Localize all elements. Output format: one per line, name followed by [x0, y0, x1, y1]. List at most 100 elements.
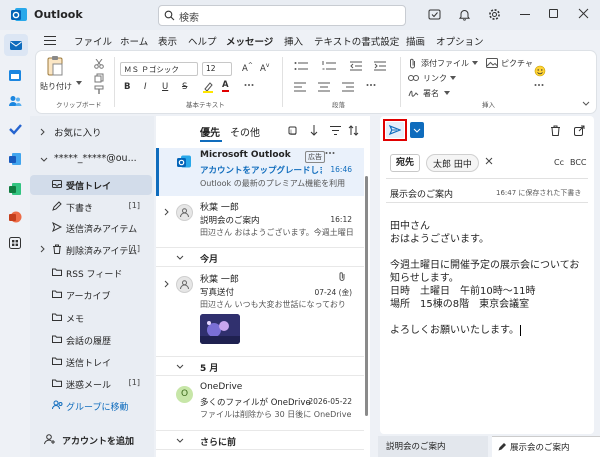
more-apps-icon[interactable]	[8, 236, 22, 250]
tab-home[interactable]: ホーム	[120, 34, 148, 48]
select-icon[interactable]	[288, 126, 298, 136]
link-label[interactable]: リンク	[423, 73, 447, 84]
tab-text-format[interactable]: テキストの書式設定	[314, 34, 399, 48]
swap-sort-icon[interactable]	[348, 125, 359, 136]
minimize-icon[interactable]	[520, 14, 530, 15]
emoji-icon[interactable]	[534, 65, 546, 77]
powerpoint-app-icon[interactable]	[8, 210, 22, 224]
calendar-app-icon[interactable]	[8, 68, 22, 82]
people-app-icon[interactable]	[8, 94, 22, 108]
attach-chevron-icon[interactable]	[472, 61, 478, 65]
hamburger-icon[interactable]	[44, 36, 56, 45]
photo-thumbnail[interactable]	[200, 314, 240, 344]
folder-item-drafts[interactable]: 下書き [1]	[30, 197, 152, 217]
send-options-button[interactable]	[410, 122, 424, 138]
chevron-right-icon[interactable]	[164, 208, 170, 216]
group-link[interactable]: グループに移動	[30, 396, 152, 416]
todo-icon[interactable]	[428, 8, 441, 21]
chevron-right-icon[interactable]	[164, 280, 170, 288]
subject-field[interactable]: 展示会のご案内	[390, 187, 453, 200]
italic-button[interactable]: I	[144, 82, 147, 92]
grow-font-icon[interactable]: A^	[242, 62, 253, 74]
chevron-right-icon[interactable]	[40, 128, 46, 136]
cc-button[interactable]: Cc	[554, 158, 564, 167]
message-row[interactable]: 秋葉 一郎 写真送付 07-24 (金) 田辺さん いつも大変お世話になっており	[156, 270, 364, 350]
paste-icon[interactable]	[46, 55, 64, 77]
cut-icon[interactable]	[94, 59, 104, 69]
align-left-icon[interactable]	[294, 82, 306, 92]
folder-item-rss[interactable]: RSS フィード	[30, 263, 152, 283]
tab-help[interactable]: ヘルプ	[188, 34, 217, 48]
account-name[interactable]: *****_*****@ou...	[54, 153, 137, 164]
chevron-down-icon[interactable]	[40, 157, 48, 163]
folder-item-notes[interactable]: メモ	[30, 308, 152, 328]
increase-indent-icon[interactable]	[374, 61, 386, 71]
picture-label[interactable]: ピクチャ	[501, 58, 533, 69]
tab-insert[interactable]: 挿入	[284, 34, 303, 48]
folder-item-history[interactable]: 会話の履歴	[30, 330, 152, 350]
filter-icon[interactable]	[330, 126, 341, 135]
draft-tab[interactable]: 説明会のご案内	[378, 436, 488, 457]
to-button[interactable]: 宛先	[390, 154, 420, 172]
close-icon[interactable]	[578, 8, 589, 19]
recipient-chip[interactable]: 太郎 田中	[426, 154, 493, 172]
copy-icon[interactable]	[94, 73, 104, 83]
align-center-icon[interactable]	[318, 82, 330, 92]
attach-label[interactable]: 添付ファイル	[421, 58, 469, 69]
more-paragraph-icon[interactable]	[366, 83, 376, 87]
search-box[interactable]: 検索	[158, 5, 406, 26]
gear-icon[interactable]	[488, 8, 501, 21]
folder-item-deleted[interactable]: 削除済みアイテム [1]	[30, 240, 152, 260]
discard-icon[interactable]	[550, 125, 561, 136]
signature-icon[interactable]	[408, 89, 419, 98]
font-name-select[interactable]: ＭＳ Ｐゴシック	[120, 62, 198, 76]
tab-message[interactable]: メッセージ	[226, 34, 274, 52]
section-header-may[interactable]: 5 月	[156, 356, 364, 376]
todo-app-icon[interactable]	[8, 122, 22, 136]
strikethrough-button[interactable]: S	[182, 82, 187, 92]
font-color-button[interactable]: A	[222, 81, 229, 92]
folder-item-archive[interactable]: アーカイブ	[30, 285, 152, 305]
more-icon[interactable]	[325, 151, 335, 155]
signature-chevron-icon[interactable]	[444, 91, 450, 95]
numbering-icon[interactable]	[322, 61, 336, 71]
signature-label[interactable]: 署名	[423, 88, 439, 99]
shrink-font-icon[interactable]: Av	[260, 62, 269, 74]
ribbon-collapse-icon[interactable]	[582, 101, 590, 106]
link-chevron-icon[interactable]	[450, 76, 456, 80]
tab-focused[interactable]: 優先	[200, 124, 220, 139]
folder-item-inbox[interactable]: 受信トレイ	[30, 175, 152, 195]
message-body[interactable]: 田中さん おはようございます。 今週土曜日に開催予定の展示会についてお知らせしま…	[390, 220, 588, 337]
underline-button[interactable]: U	[162, 82, 168, 92]
send-button[interactable]	[386, 122, 404, 138]
draft-tab-active[interactable]: 展示会のご案内	[492, 436, 600, 457]
bcc-button[interactable]: BCC	[570, 158, 587, 167]
message-row[interactable]: O OneDrive 多くのファイルが OneDrive... 2026-05-…	[156, 378, 364, 426]
align-right-icon[interactable]	[342, 82, 354, 92]
paste-chevron-icon[interactable]	[76, 81, 82, 85]
tab-draw[interactable]: 描画	[406, 34, 425, 48]
folder-item-outbox[interactable]: 送信トレイ	[30, 352, 152, 372]
folder-item-sent[interactable]: 送信済みアイテム	[30, 218, 152, 238]
section-header-this-month[interactable]: 今月	[156, 247, 364, 267]
tab-file[interactable]: ファイル	[74, 34, 112, 48]
folder-item-junk[interactable]: 迷惑メール [1]	[30, 374, 152, 394]
highlight-icon[interactable]	[202, 81, 214, 93]
remove-recipient-icon[interactable]	[485, 157, 493, 165]
add-account-button[interactable]: アカウントを追加	[30, 430, 152, 450]
bell-icon[interactable]	[458, 8, 471, 21]
picture-icon[interactable]	[486, 58, 498, 68]
more-icon[interactable]	[244, 83, 254, 87]
pop-out-icon[interactable]	[574, 125, 585, 136]
tab-other[interactable]: その他	[230, 124, 260, 139]
font-size-select[interactable]: 12	[202, 62, 232, 76]
word-app-icon[interactable]	[8, 152, 22, 166]
scrollbar[interactable]	[365, 176, 368, 416]
paste-label[interactable]: 貼り付け	[40, 81, 72, 92]
excel-app-icon[interactable]	[8, 182, 22, 196]
bold-button[interactable]: B	[124, 82, 130, 92]
more-ribbon-icon[interactable]	[534, 83, 544, 87]
tab-options[interactable]: オプション	[436, 34, 484, 48]
link-icon[interactable]	[408, 74, 419, 82]
favorites-label[interactable]: お気に入り	[54, 125, 102, 139]
